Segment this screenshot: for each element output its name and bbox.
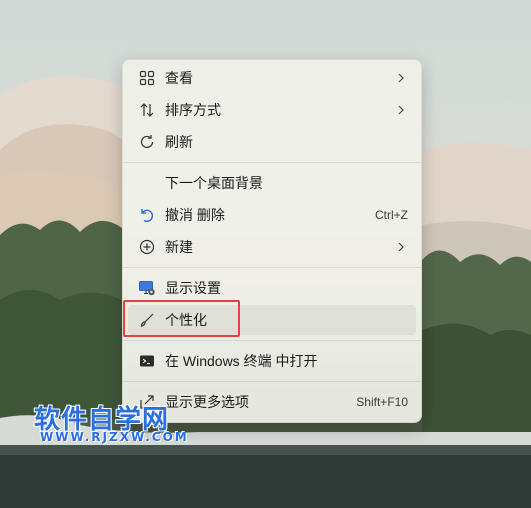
menu-item-label: 在 Windows 终端 中打开 (165, 353, 318, 369)
sort-arrows-icon (138, 101, 156, 119)
menu-item-new[interactable]: 新建 (128, 232, 416, 262)
menu-item-open-in-terminal[interactable]: 在 Windows 终端 中打开 (128, 346, 416, 376)
highlight-annotation-box (123, 300, 240, 337)
menu-item-next-background[interactable]: 下一个桌面背景 (128, 168, 416, 198)
undo-icon (138, 206, 156, 224)
menu-item-label: 新建 (165, 239, 193, 255)
chevron-right-icon (398, 73, 404, 83)
menu-item-label: 刷新 (165, 134, 193, 150)
chevron-right-icon (398, 105, 404, 115)
menu-separator (123, 267, 421, 268)
menu-item-label: 查看 (165, 70, 193, 86)
menu-item-undo-delete[interactable]: 撤消 删除 Ctrl+Z (128, 200, 416, 230)
site-watermark: 软件自学网 WWW.RJZXW.COM (34, 399, 187, 447)
menu-item-sort-by[interactable]: 排序方式 (128, 95, 416, 125)
menu-item-label: 下一个桌面背景 (165, 175, 263, 191)
menu-separator (123, 340, 421, 341)
watermark-url: WWW.RJZXW.COM (40, 430, 189, 444)
terminal-icon (138, 352, 156, 370)
menu-item-view[interactable]: 查看 (128, 63, 416, 93)
menu-item-label: 排序方式 (165, 102, 221, 118)
chevron-right-icon (398, 242, 404, 252)
menu-item-label: 显示设置 (165, 280, 221, 296)
display-settings-icon (138, 279, 156, 297)
menu-separator (123, 381, 421, 382)
menu-item-label: 撤消 删除 (165, 207, 225, 223)
menu-item-display-settings[interactable]: 显示设置 (128, 273, 416, 303)
grid-icon (138, 69, 156, 87)
shortcut-label: Shift+F10 (356, 395, 408, 409)
desktop-context-menu: 查看 排序方式 刷新 下一个桌面背景 撤消 删除 Ctrl+Z 新建 显示设置 … (122, 59, 422, 423)
plus-circle-icon (138, 238, 156, 256)
refresh-icon (138, 133, 156, 151)
menu-item-refresh[interactable]: 刷新 (128, 127, 416, 157)
menu-separator (123, 162, 421, 163)
shortcut-label: Ctrl+Z (375, 208, 408, 222)
